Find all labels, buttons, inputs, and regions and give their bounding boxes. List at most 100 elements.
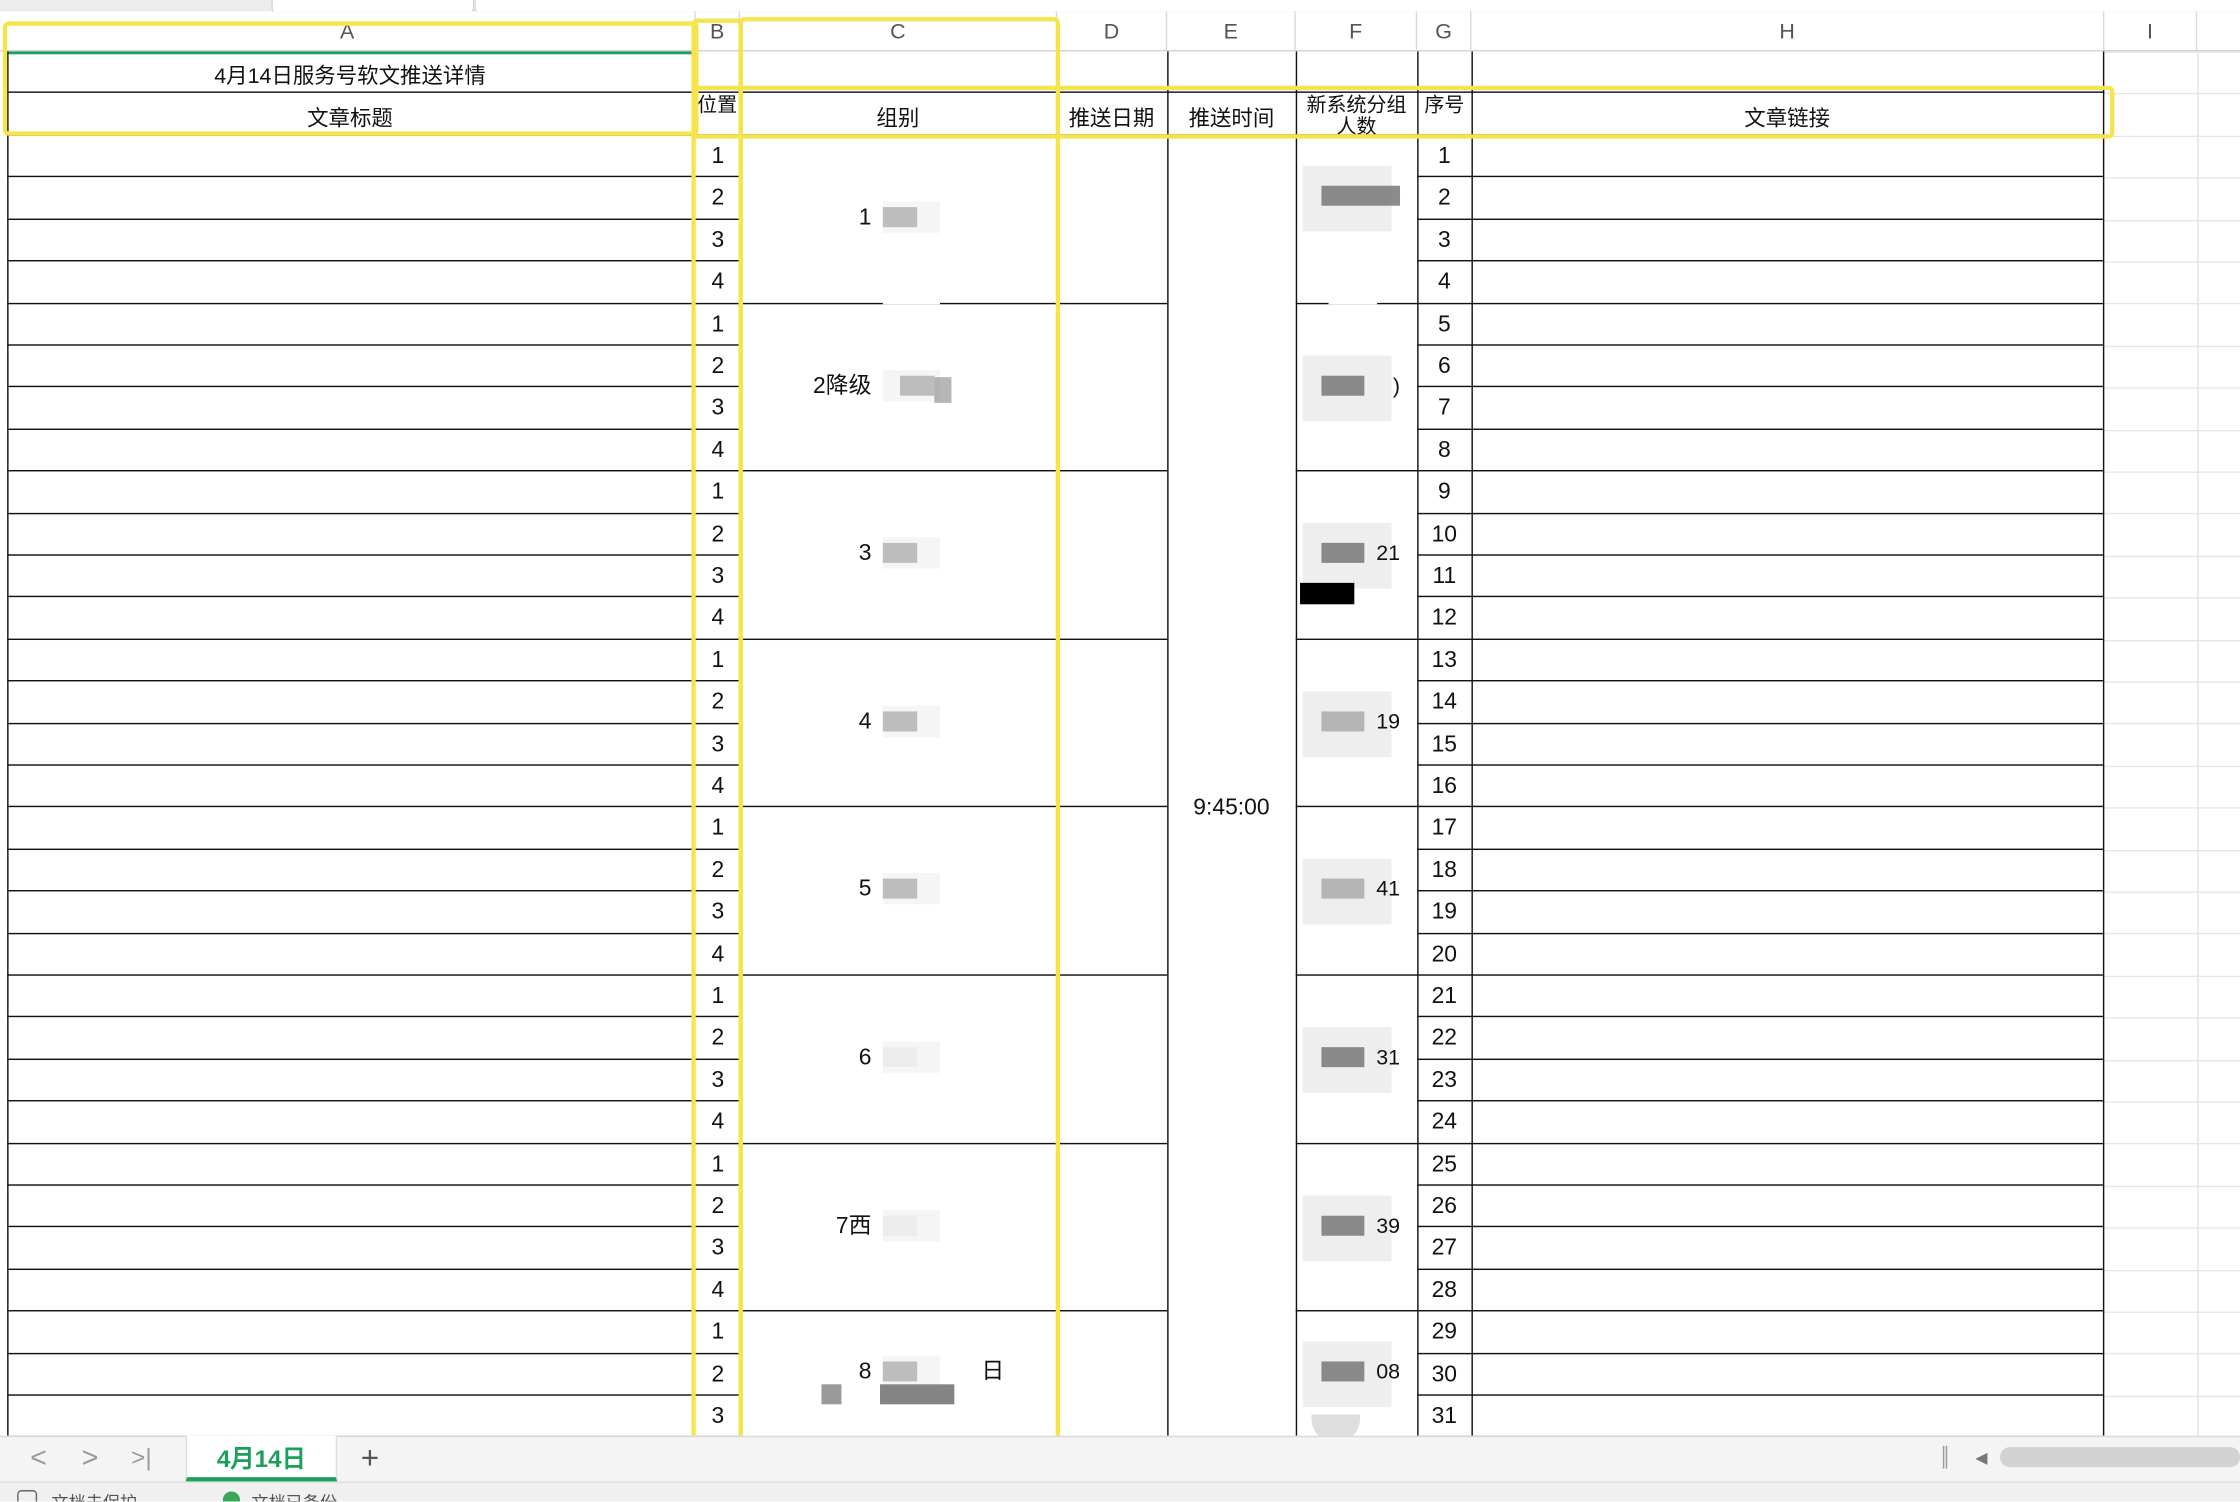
serial-cell[interactable]: 26 [1417,1195,1471,1219]
row-border-gh [1417,344,2103,346]
sheet-nav-next-button[interactable]: > [69,1437,112,1480]
serial-cell[interactable]: 8 [1417,439,1471,463]
row-border-gh [1417,722,2103,725]
new-system-count-fragment: 39 [1376,1214,1401,1239]
serial-cell[interactable]: 7 [1417,396,1471,420]
serial-cell[interactable]: 9 [1417,481,1471,504]
horizontal-scrollbar[interactable] [2000,1447,2240,1468]
row-border-gh [1417,385,2103,388]
row-border-gh [1417,764,2103,766]
new-system-count-fragment: 21 [1376,541,1401,566]
row-border-ab [7,1058,741,1061]
serial-cell[interactable]: 2 [1417,186,1471,210]
serial-cell[interactable]: 14 [1417,691,1471,714]
serial-cell[interactable]: 23 [1417,1069,1471,1093]
split-handle-icon[interactable] [1942,1445,1948,1469]
grid-line [2104,1017,2240,1019]
grid-line [2104,640,2240,642]
column-header-h[interactable]: H [1471,11,2105,52]
serial-cell[interactable]: 13 [1417,649,1471,673]
row-border-gh [1417,1100,2103,1102]
row-border-gh [1417,1310,2103,1312]
serial-cell[interactable]: 15 [1417,734,1471,757]
serial-cell[interactable]: 12 [1417,606,1471,630]
vertical-border [1295,51,1298,1436]
erasure-gap [1325,1132,1375,1142]
serial-cell[interactable]: 30 [1417,1364,1471,1387]
column-header-i[interactable]: I [2104,11,2198,52]
row-border-ab [7,1184,741,1186]
column-header-g[interactable]: G [1417,11,1472,52]
serial-cell[interactable]: 18 [1417,859,1471,883]
group-border-f [1295,805,1418,808]
row-border-ab [7,1394,741,1396]
status-backup-text[interactable]: 文档已备份 [251,1490,337,1502]
sheet-nav-last-button[interactable]: >| [120,1437,163,1480]
status-protect-text[interactable]: 文档未保护 [51,1490,137,1502]
row-border-gh [1417,260,2103,262]
column-header-f[interactable]: F [1296,11,1418,52]
row-border-ab [7,260,741,262]
grid-line [2104,932,2240,935]
row-border-ab [7,848,741,851]
serial-cell[interactable]: 11 [1417,565,1471,589]
row-border-gh [1417,974,2103,976]
row-border-ab [7,638,741,641]
serial-cell[interactable]: 28 [1417,1279,1471,1303]
serial-cell[interactable]: 5 [1417,314,1471,337]
grid-line [2104,975,2240,978]
scroll-left-icon[interactable]: ◀ [1971,1447,1991,1467]
grid-line [2104,1060,2240,1062]
new-system-count-fragment: ) [1392,374,1401,399]
redaction-block [1321,185,1401,206]
row-border-ab [7,175,741,178]
serial-cell[interactable]: 31 [1417,1405,1471,1429]
grid-line [2104,345,2240,348]
add-sheet-button[interactable]: + [351,1439,388,1479]
serial-cell[interactable]: 20 [1417,944,1471,967]
row-border-ab [7,385,741,388]
serial-cell[interactable]: 29 [1417,1321,1471,1344]
spreadsheet-window: ABCDEFGHI 4月14日服务号软文推送详情 文章标题 位置 组别 推送日期… [0,0,2240,1502]
row-border-gh [1417,680,2103,682]
row-border-ab [7,890,741,892]
serial-cell[interactable]: 25 [1417,1154,1471,1177]
serial-cell[interactable]: 24 [1417,1111,1471,1134]
erasure-gap [1328,961,1378,971]
group-border-d [1057,1142,1168,1145]
push-time-value[interactable]: 9:45:00 [1169,796,1295,820]
group-border-d [1057,470,1168,472]
sheet-tab-april-14[interactable]: 4月14日 [185,1435,338,1482]
row-border-ab [7,932,741,935]
highlight-box-header-row [691,85,2115,139]
row-border-gh [1417,1268,2103,1271]
new-system-count-fragment: 08 [1376,1360,1401,1385]
row-border-ab [7,512,741,515]
serial-cell[interactable]: 17 [1417,816,1471,840]
column-header-d[interactable]: D [1057,11,1168,52]
sheet-nav-prev-button[interactable]: < [17,1437,60,1480]
shield-icon [17,1490,38,1502]
grid-line [2104,220,2240,222]
serial-cell[interactable]: 21 [1417,985,1471,1009]
row-border-gh [1417,890,2103,892]
serial-cell[interactable]: 27 [1417,1236,1471,1260]
serial-cell[interactable]: 19 [1417,901,1471,924]
serial-cell[interactable]: 16 [1417,775,1471,799]
row-border-ab [7,302,741,305]
highlight-box-column-c [738,17,1061,1442]
serial-cell[interactable]: 10 [1417,524,1471,547]
grid-line [2104,1352,2240,1355]
serial-cell[interactable]: 6 [1417,355,1471,379]
grid-line [2104,555,2240,558]
grid-line [2104,471,2240,473]
serial-cell[interactable]: 22 [1417,1026,1471,1050]
column-header-e[interactable]: E [1167,11,1296,52]
grid-line [2104,430,2240,432]
row-border-ab [7,1310,741,1312]
serial-cell[interactable]: 1 [1417,145,1471,169]
serial-cell[interactable]: 3 [1417,229,1471,253]
serial-cell[interactable]: 4 [1417,271,1471,294]
row-border-ab [7,554,741,556]
row-border-gh [1417,218,2103,221]
